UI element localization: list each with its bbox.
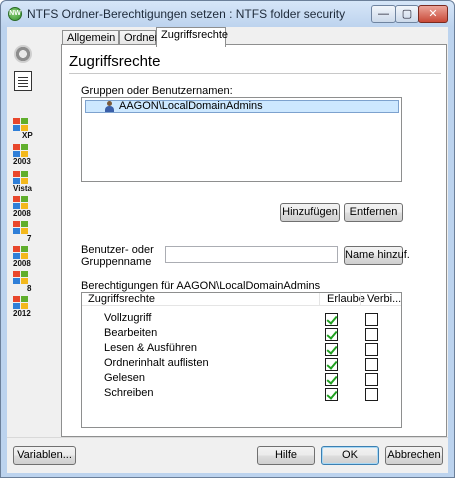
os-icon-7[interactable]: 7	[13, 221, 35, 245]
dialog-window: NW NTFS Ordner-Berechtigungen setzen : N…	[0, 0, 455, 478]
os-icon-xp[interactable]: XP	[13, 118, 35, 142]
os-icon-vista[interactable]: Vista	[13, 171, 35, 195]
windows-flag-icon	[13, 196, 29, 210]
maximize-button[interactable]: ▢	[395, 5, 419, 23]
column-header-deny[interactable]: Verbi...	[367, 293, 401, 305]
window-title: NTFS Ordner-Berechtigungen setzen : NTFS…	[27, 7, 346, 21]
allow-checkbox[interactable]	[325, 358, 338, 371]
column-divider	[319, 293, 320, 306]
os-label: 7	[27, 234, 32, 243]
os-sidebar: XP 2003 Vista 2008 7 2008 8 2012	[7, 27, 37, 437]
groups-listbox[interactable]: AAGON\LocalDomainAdmins	[81, 97, 402, 182]
windows-flag-icon	[13, 144, 29, 158]
windows-flag-icon	[13, 296, 29, 310]
deny-checkbox[interactable]	[365, 373, 378, 386]
title-bar: NW NTFS Ordner-Berechtigungen setzen : N…	[1, 1, 454, 27]
title-divider	[69, 73, 441, 74]
add-button[interactable]: Hinzufügen	[280, 203, 340, 222]
windows-flag-icon	[13, 271, 29, 285]
os-label: 2012	[13, 309, 31, 318]
close-button[interactable]: ✕	[418, 5, 448, 23]
allow-checkbox[interactable]	[325, 388, 338, 401]
permission-name: Schreiben	[104, 387, 154, 399]
dialog-client: XP 2003 Vista 2008 7 2008 8 2012 Allgeme…	[7, 27, 448, 437]
allow-checkbox[interactable]	[325, 328, 338, 341]
name-add-button[interactable]: Name hinzuf.	[344, 246, 410, 265]
list-item[interactable]: AAGON\LocalDomainAdmins	[85, 100, 399, 113]
os-label: 2008	[13, 259, 31, 268]
user-label-line1: Benutzer- oder	[81, 244, 154, 256]
groups-label: Gruppen oder Benutzernamen:	[81, 85, 233, 97]
os-label: 2003	[13, 157, 31, 166]
cancel-button[interactable]: Abbrechen	[385, 446, 443, 465]
windows-flag-icon	[13, 221, 29, 235]
deny-checkbox[interactable]	[365, 358, 378, 371]
deny-checkbox[interactable]	[365, 328, 378, 341]
permissions-table: Zugriffsrechte Erlaube Verbi... Vollzugr…	[81, 292, 402, 428]
permission-name: Lesen & Ausführen	[104, 342, 197, 354]
deny-checkbox[interactable]	[365, 343, 378, 356]
variables-button[interactable]: Variablen...	[13, 446, 76, 465]
list-item-label: AAGON\LocalDomainAdmins	[119, 100, 263, 112]
os-icon-2012[interactable]: 2012	[13, 296, 35, 320]
permission-name: Gelesen	[104, 372, 145, 384]
allow-checkbox[interactable]	[325, 343, 338, 356]
remove-button[interactable]: Entfernen	[344, 203, 403, 222]
tab-panel: Zugriffsrechte Gruppen oder Benutzername…	[61, 44, 447, 437]
os-label: 8	[27, 284, 32, 293]
permission-name: Bearbeiten	[104, 327, 158, 339]
allow-checkbox[interactable]	[325, 313, 338, 326]
app-icon: NW	[8, 7, 22, 21]
document-icon[interactable]	[14, 71, 32, 91]
os-icon-2003[interactable]: 2003	[13, 144, 35, 168]
windows-flag-icon	[13, 171, 29, 185]
page-title: Zugriffsrechte	[69, 53, 161, 70]
gear-icon[interactable]	[14, 45, 32, 63]
minimize-button[interactable]: —	[371, 5, 396, 23]
os-icon-2008[interactable]: 2008	[13, 196, 35, 220]
user-name-input[interactable]	[165, 246, 338, 263]
permission-name: Ordnerinhalt auflisten	[104, 357, 209, 369]
ok-button[interactable]: OK	[321, 446, 379, 465]
user-label-line2: Gruppenname	[81, 256, 152, 268]
os-label: 2008	[13, 209, 31, 218]
tab-zugriffsrechte[interactable]: Zugriffsrechte	[156, 27, 228, 47]
column-divider	[360, 293, 361, 306]
column-header-permission[interactable]: Zugriffsrechte	[88, 293, 155, 305]
deny-checkbox[interactable]	[365, 313, 378, 326]
windows-flag-icon	[13, 246, 29, 260]
os-label: XP	[22, 131, 33, 140]
dialog-footer: Variablen... Hilfe OK Abbrechen	[7, 437, 448, 473]
permission-name: Vollzugriff	[104, 312, 152, 324]
os-icon-8[interactable]: 8	[13, 271, 35, 295]
help-button[interactable]: Hilfe	[257, 446, 315, 465]
table-header: Zugriffsrechte Erlaube Verbi...	[82, 293, 401, 306]
deny-checkbox[interactable]	[365, 388, 378, 401]
os-label: Vista	[13, 184, 32, 193]
user-group-icon	[104, 101, 116, 112]
permissions-for-label: Berechtigungen für AAGON\LocalDomainAdmi…	[81, 280, 321, 292]
os-icon-2008-r2[interactable]: 2008	[13, 246, 35, 270]
allow-checkbox[interactable]	[325, 373, 338, 386]
windows-flag-icon	[13, 118, 29, 132]
